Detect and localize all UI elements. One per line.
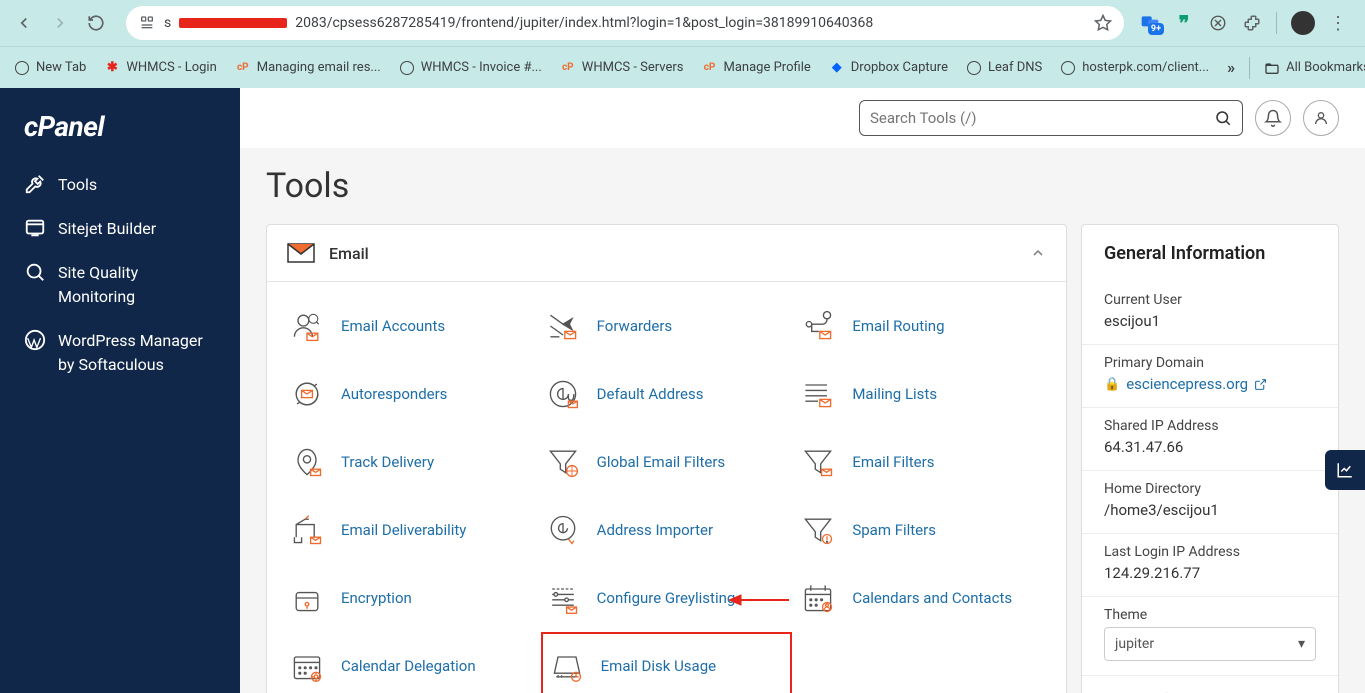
translate-icon[interactable]: 9+ <box>1140 13 1160 33</box>
wordpress-icon <box>24 329 46 351</box>
tool-calendar-delegation[interactable]: Calendar Delegation <box>287 634 535 693</box>
info-row-theme: Theme jupiter ▾ <box>1082 597 1338 676</box>
bookmark-new-tab[interactable]: New Tab <box>14 60 86 76</box>
browser-toolbar: s 2083/cpsess6287285419/frontend/jupiter… <box>0 0 1365 46</box>
annotation-arrow-icon <box>729 592 789 608</box>
sidebar-item-tools[interactable]: Tools <box>0 163 240 207</box>
chevron-down-icon: ▾ <box>1298 636 1305 652</box>
notifications-button[interactable] <box>1255 100 1291 136</box>
bookmark-whmcs-servers[interactable]: cPWHMCS - Servers <box>560 60 684 76</box>
bookmarks-bar: New Tab ✱WHMCS - Login cPManaging email … <box>0 46 1365 88</box>
reload-button[interactable] <box>82 9 110 37</box>
tool-email-routing[interactable]: Email Routing <box>798 294 1046 358</box>
tools-icon <box>24 173 46 195</box>
page-title: Tools <box>240 148 1365 224</box>
theme-select[interactable]: jupiter ▾ <box>1104 627 1316 661</box>
bookmark-whmcs-login[interactable]: ✱WHMCS - Login <box>104 60 216 76</box>
profile-avatar[interactable] <box>1291 11 1315 35</box>
primary-domain-link[interactable]: 🔒 esciencepress.org <box>1104 375 1316 393</box>
address-bar[interactable]: s 2083/cpsess6287285419/frontend/jupiter… <box>126 6 1124 40</box>
forward-button[interactable] <box>46 9 74 37</box>
tool-address-importer[interactable]: Address Importer <box>543 498 791 562</box>
info-row-ip: Shared IP Address 64.31.47.66 <box>1082 408 1338 471</box>
tool-autoresponders[interactable]: Autoresponders <box>287 362 535 426</box>
url-text: 2083/cpsess6287285419/frontend/jupiter/i… <box>295 15 1086 31</box>
sidebar-item-sitejet[interactable]: Sitejet Builder <box>0 207 240 251</box>
search-input[interactable] <box>870 109 1214 127</box>
bookmark-hosterpk[interactable]: hosterpk.com/client... <box>1060 60 1209 76</box>
email-icon <box>287 243 315 263</box>
bookmark-leaf-dns[interactable]: Leaf DNS <box>966 60 1042 76</box>
header-bar <box>240 88 1365 148</box>
redacted-url <box>179 18 287 28</box>
menu-dots-icon[interactable]: ⋮ <box>1329 13 1347 34</box>
all-bookmarks-button[interactable]: All Bookmarks <box>1264 60 1365 76</box>
tool-default-address[interactable]: Default Address <box>543 362 791 426</box>
tool-email-accounts[interactable]: Email Accounts <box>287 294 535 358</box>
back-button[interactable] <box>10 9 38 37</box>
tool-track-delivery[interactable]: Track Delivery <box>287 430 535 494</box>
info-panel-title: General Information <box>1082 225 1338 282</box>
browser-chrome: s 2083/cpsess6287285419/frontend/jupiter… <box>0 0 1365 88</box>
main-content: Tools Email Email Accounts Forwarders Em… <box>240 88 1365 693</box>
quote-ext-icon[interactable]: ❞ <box>1174 13 1194 33</box>
tool-global-email-filters[interactable]: Global Email Filters <box>543 430 791 494</box>
sitejet-icon <box>24 217 46 239</box>
bookmark-star-icon[interactable] <box>1094 14 1112 32</box>
bookmark-managing-email[interactable]: cPManaging email res... <box>235 60 381 76</box>
info-row-home: Home Directory /home3/escijou1 <box>1082 471 1338 534</box>
tool-mailing-lists[interactable]: Mailing Lists <box>798 362 1046 426</box>
search-tools-box[interactable] <box>859 100 1243 136</box>
email-panel: Email Email Accounts Forwarders Email Ro… <box>266 224 1067 693</box>
tool-forwarders[interactable]: Forwarders <box>543 294 791 358</box>
server-info-toggle[interactable]: Server Information <box>1082 676 1338 693</box>
email-panel-header[interactable]: Email <box>267 225 1066 282</box>
account-button[interactable] <box>1303 100 1339 136</box>
site-settings-icon <box>138 14 156 32</box>
external-link-icon <box>1254 378 1267 391</box>
general-info-panel: General Information Current User escijou… <box>1081 224 1339 693</box>
openai-ext-icon[interactable] <box>1208 13 1228 33</box>
extension-icons: 9+ ❞ ⋮ <box>1140 11 1355 35</box>
sidebar-item-quality[interactable]: Site Quality Monitoring <box>0 251 240 319</box>
cpanel-logo: cPanel <box>0 110 240 163</box>
app-container: cPanel Tools Sitejet Builder Site Qualit… <box>0 88 1365 693</box>
sidebar-item-wordpress[interactable]: WordPress Manager by Softaculous <box>0 319 240 387</box>
tool-email-deliverability[interactable]: Email Deliverability <box>287 498 535 562</box>
info-row-domain: Primary Domain 🔒 esciencepress.org <box>1082 345 1338 408</box>
sidebar: cPanel Tools Sitejet Builder Site Qualit… <box>0 88 240 693</box>
tool-email-disk-usage[interactable]: Email Disk Usage <box>541 632 793 693</box>
email-tools-grid: Email Accounts Forwarders Email Routing … <box>267 282 1066 693</box>
tool-email-filters[interactable]: Email Filters <box>798 430 1046 494</box>
bookmark-overflow-icon[interactable]: » <box>1227 58 1235 77</box>
bookmark-manage-profile[interactable]: cPManage Profile <box>702 60 811 76</box>
search-icon[interactable] <box>1214 109 1232 127</box>
tool-spam-filters[interactable]: Spam Filters <box>798 498 1046 562</box>
tool-calendars-contacts[interactable]: Calendars and Contacts <box>798 566 1046 630</box>
lock-icon: 🔒 <box>1104 377 1120 392</box>
extensions-icon[interactable] <box>1242 13 1262 33</box>
info-row-user: Current User escijou1 <box>1082 282 1338 345</box>
tool-encryption[interactable]: Encryption <box>287 566 535 630</box>
bookmark-dropbox-capture[interactable]: ◆Dropbox Capture <box>829 60 948 76</box>
info-row-last-login: Last Login IP Address 124.29.216.77 <box>1082 534 1338 597</box>
content-area: Email Email Accounts Forwarders Email Ro… <box>240 224 1365 693</box>
chevron-up-icon <box>1030 245 1046 261</box>
bookmark-whmcs-invoice[interactable]: WHMCS - Invoice #... <box>399 60 542 76</box>
stats-side-tab[interactable] <box>1325 450 1365 490</box>
email-panel-title: Email <box>329 244 1016 263</box>
quality-icon <box>24 261 46 283</box>
